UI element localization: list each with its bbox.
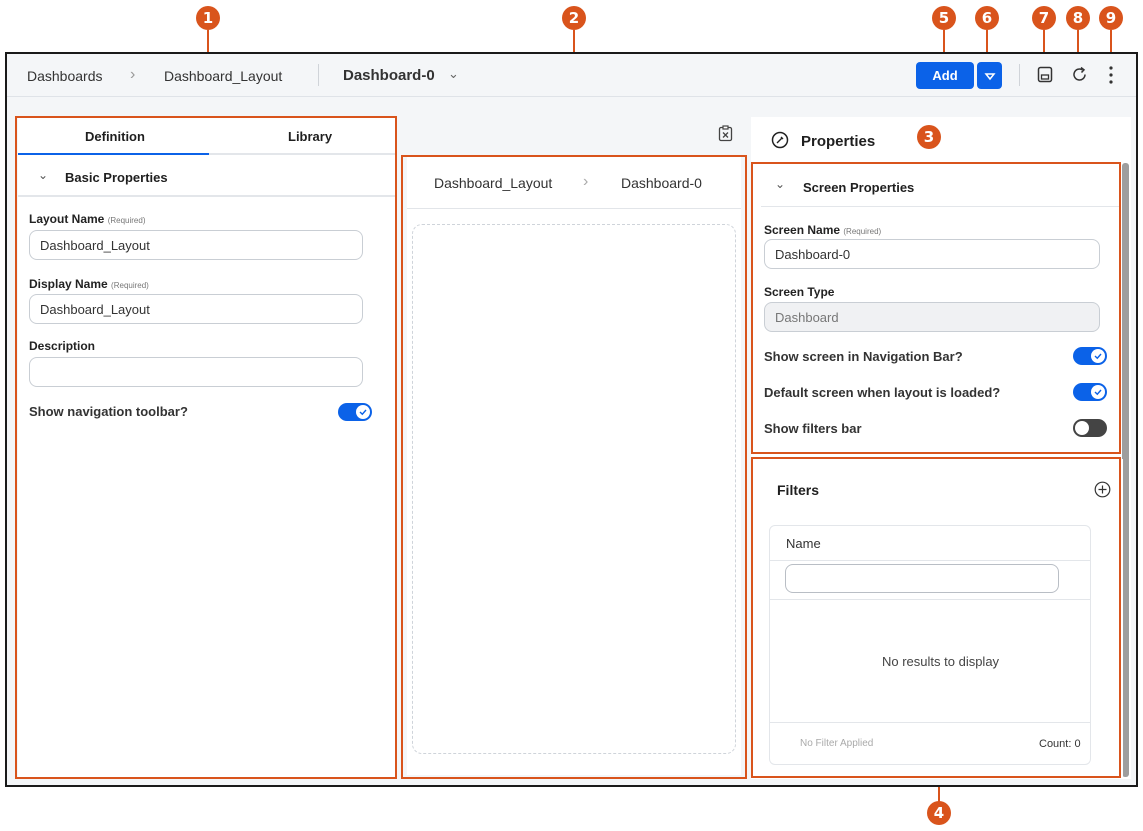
clear-screen-icon[interactable] [718, 125, 733, 147]
callout-marker-6: 6 [975, 6, 999, 30]
top-bar: Dashboards › Dashboard_Layout Dashboard-… [7, 54, 1136, 97]
callout-box-2 [401, 155, 747, 779]
breadcrumb-dashboards[interactable]: Dashboards [27, 68, 103, 84]
scrollbar[interactable] [1122, 163, 1129, 777]
callout-marker-5: 5 [932, 6, 956, 30]
callout-marker-9: 9 [1099, 6, 1123, 30]
callout-marker-1: 1 [196, 6, 220, 30]
callout-box-3 [751, 162, 1121, 454]
breadcrumb-layout[interactable]: Dashboard_Layout [164, 68, 282, 84]
callout-box-4 [751, 457, 1121, 778]
divider [1019, 64, 1020, 86]
callout-marker-8: 8 [1066, 6, 1090, 30]
callout-marker-3: 3 [917, 125, 941, 149]
more-options-icon[interactable] [1108, 65, 1114, 90]
screen-dropdown-chevron-icon[interactable]: ⌄ [448, 66, 459, 82]
chevron-down-icon [983, 72, 996, 80]
properties-title: Properties [801, 133, 876, 150]
callout-marker-2: 2 [562, 6, 586, 30]
divider [318, 64, 319, 86]
save-icon[interactable] [1037, 66, 1053, 88]
properties-icon [771, 131, 789, 154]
callout-marker-7: 7 [1032, 6, 1056, 30]
add-button[interactable]: Add [916, 62, 974, 89]
current-screen-title: Dashboard-0 [343, 67, 435, 84]
callout-marker-4: 4 [927, 801, 951, 825]
callout-box-1 [15, 116, 397, 779]
breadcrumb-separator-icon: › [130, 66, 136, 83]
refresh-icon[interactable] [1071, 66, 1088, 88]
add-dropdown-button[interactable] [977, 62, 1002, 89]
